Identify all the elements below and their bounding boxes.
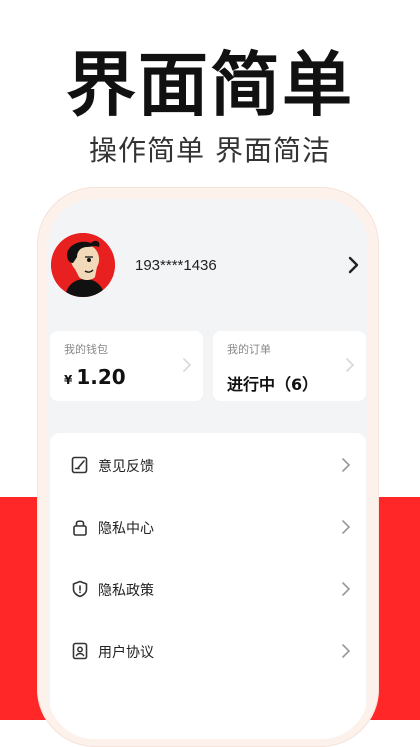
phone-screen: 193****1436 我的钱包 ¥1.20 我的订单 进行中（6） 意见反馈: [48, 199, 368, 739]
menu-item-label: 隐私中心: [98, 521, 154, 537]
promo-subheadline: 操作简单 界面简洁: [89, 134, 331, 167]
chevron-right-icon: [342, 644, 351, 658]
wallet-card[interactable]: 我的钱包 ¥1.20: [50, 331, 203, 401]
currency-symbol: ¥: [64, 373, 73, 387]
user-agreement-icon: [72, 642, 88, 660]
menu-item-privacy-policy[interactable]: 隐私政策: [50, 569, 366, 609]
chevron-right-icon[interactable]: [344, 253, 364, 277]
menu-item-label: 意见反馈: [98, 459, 154, 475]
menu-item-user-agreement[interactable]: 用户协议: [50, 631, 366, 671]
promo-headline: 界面简单: [66, 44, 354, 126]
settings-menu: 意见反馈 隐私中心 隐私政策 用户协议: [50, 433, 366, 739]
menu-item-label: 用户协议: [98, 645, 154, 661]
menu-item-feedback[interactable]: 意见反馈: [50, 445, 366, 485]
orders-label: 我的订单: [227, 343, 271, 356]
orders-status: 进行中（6）: [227, 375, 319, 394]
avatar[interactable]: [51, 233, 115, 297]
phone-number: 193****1436: [135, 257, 217, 274]
chevron-right-icon: [342, 458, 351, 472]
wallet-amount-value: 1.20: [76, 365, 126, 389]
wallet-label: 我的钱包: [64, 343, 108, 356]
feedback-icon: [71, 456, 88, 474]
shield-icon: [72, 580, 88, 598]
chevron-right-icon: [342, 520, 351, 534]
avatar-illustration: [51, 233, 115, 297]
chevron-right-icon: [183, 358, 192, 372]
wallet-amount: ¥1.20: [64, 365, 126, 389]
chevron-right-icon: [342, 582, 351, 596]
chevron-right-icon: [346, 358, 355, 372]
menu-item-label: 隐私政策: [98, 583, 154, 599]
orders-card[interactable]: 我的订单 进行中（6）: [213, 331, 366, 401]
menu-item-privacy-center[interactable]: 隐私中心: [50, 507, 366, 547]
lock-icon: [73, 520, 87, 536]
